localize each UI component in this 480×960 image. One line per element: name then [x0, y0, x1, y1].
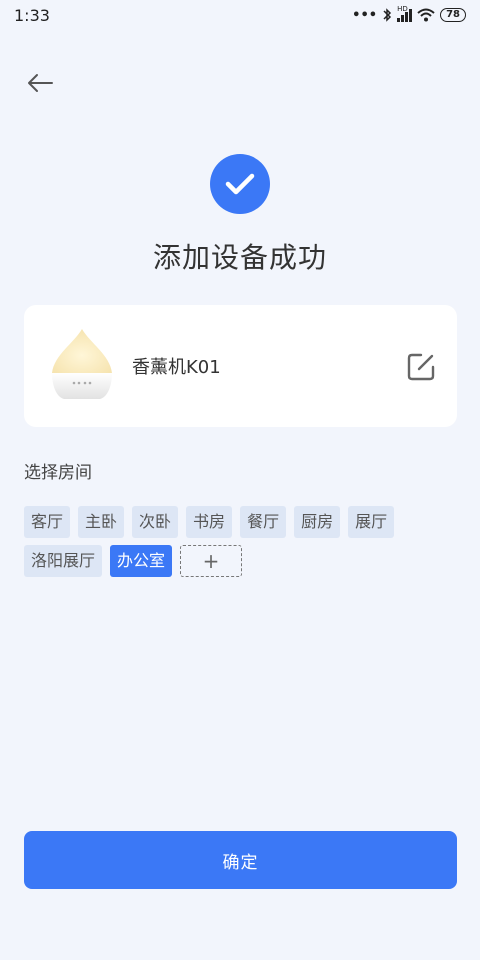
room-chip-master-bedroom[interactable]: 主卧 — [78, 506, 125, 538]
room-section-label: 选择房间 — [24, 463, 92, 483]
add-room-button[interactable]: + — [180, 545, 243, 577]
page-title: 添加设备成功 — [152, 241, 327, 274]
check-circle-icon — [210, 154, 270, 214]
status-icons: ••• HD 78 — [352, 5, 466, 23]
back-button[interactable] — [22, 68, 58, 98]
room-chip-office[interactable]: 办公室 — [110, 545, 173, 577]
status-bar: 1:33 ••• HD 78 — [0, 0, 480, 30]
signal-icon: HD — [397, 5, 413, 22]
bluetooth-icon — [383, 8, 392, 22]
room-chip-study[interactable]: 书房 — [186, 506, 233, 538]
status-time: 1:33 — [14, 5, 50, 25]
signal-hd-label: HD — [397, 4, 408, 13]
battery-icon: 78 — [440, 8, 466, 22]
wifi-icon — [417, 8, 435, 22]
room-chip-luoyang-exhibition-hall[interactable]: 洛阳展厅 — [24, 545, 103, 577]
edit-icon — [407, 353, 435, 381]
room-chip-dining-room[interactable]: 餐厅 — [240, 506, 287, 538]
device-name: 香薰机K01 — [132, 357, 221, 378]
room-chip-kitchen[interactable]: 厨房 — [294, 506, 341, 538]
confirm-button[interactable]: 确定 — [24, 831, 457, 889]
room-chip-exhibition-hall[interactable]: 展厅 — [348, 506, 395, 538]
room-chip-second-bedroom[interactable]: 次卧 — [132, 506, 179, 538]
aroma-diffuser-image — [52, 329, 112, 399]
room-list: 客厅 主卧 次卧 书房 餐厅 厨房 展厅 洛阳展厅 办公室 + — [24, 506, 464, 577]
device-card: 香薰机K01 — [24, 305, 457, 427]
edit-name-button[interactable] — [405, 351, 437, 383]
room-chip-living-room[interactable]: 客厅 — [24, 506, 71, 538]
more-dots-icon: ••• — [352, 7, 378, 23]
arrow-left-icon — [28, 74, 53, 92]
